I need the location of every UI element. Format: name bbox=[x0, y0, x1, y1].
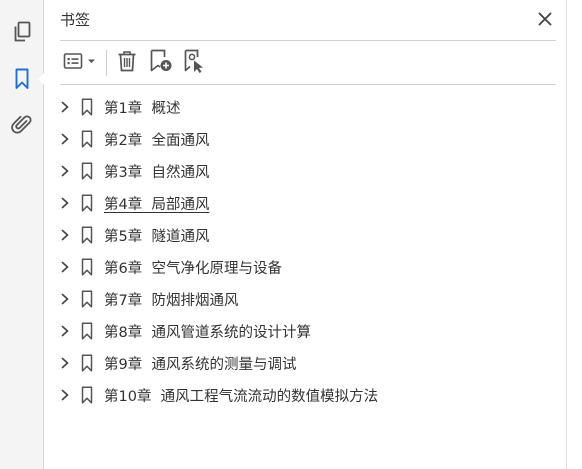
bookmark-item[interactable]: 第6章 空气净化原理与设备 bbox=[60, 251, 562, 283]
bookmark-label: 第10章 通风工程气流流动的数值模拟方法 bbox=[104, 388, 379, 405]
bookmark-label: 第2章 全面通风 bbox=[104, 132, 210, 149]
chevron-right-icon[interactable] bbox=[58, 100, 72, 114]
attachments-button[interactable] bbox=[0, 109, 44, 141]
new-bookmark-icon bbox=[149, 49, 173, 77]
bookmark-item[interactable]: 第5章 隧道通风 bbox=[60, 219, 562, 251]
bookmark-label: 第4章 局部通风 bbox=[104, 196, 210, 213]
bookmark-item[interactable]: 第10章 通风工程气流流动的数值模拟方法 bbox=[60, 379, 562, 411]
bookmark-icon bbox=[14, 68, 30, 90]
bookmark-label: 第8章 通风管道系统的设计计算 bbox=[104, 324, 311, 341]
bookmark-icon bbox=[80, 258, 94, 276]
toolbar-separator bbox=[106, 50, 107, 76]
bookmark-icon bbox=[80, 322, 94, 340]
bookmark-label: 第6章 空气净化原理与设备 bbox=[104, 260, 282, 277]
delete-bookmark-button[interactable] bbox=[115, 49, 139, 77]
options-menu-icon bbox=[63, 52, 97, 74]
bookmark-label: 第9章 通风系统的测量与调试 bbox=[104, 356, 297, 373]
bookmark-icon bbox=[80, 194, 94, 212]
panel-title: 书签 bbox=[60, 11, 91, 29]
bookmarks-app: 书签 第1章 概述 第2章 全面通风 第3章 自然通风 第4章 局部通风 第5章… bbox=[0, 0, 582, 469]
page-thumbnails-button[interactable] bbox=[0, 16, 44, 48]
chevron-right-icon[interactable] bbox=[58, 228, 72, 242]
chevron-right-icon[interactable] bbox=[58, 132, 72, 146]
bookmark-label: 第3章 自然通风 bbox=[104, 164, 210, 181]
close-icon bbox=[538, 11, 552, 30]
navigation-rail bbox=[0, 0, 45, 469]
chevron-right-icon[interactable] bbox=[58, 260, 72, 274]
chevron-right-icon[interactable] bbox=[58, 164, 72, 178]
bookmark-from-selection-icon bbox=[183, 49, 207, 77]
bookmarks-panel: 书签 第1章 概述 第2章 全面通风 第3章 自然通风 第4章 局部通风 第5章… bbox=[44, 0, 582, 469]
bookmark-from-selection-button[interactable] bbox=[181, 49, 209, 77]
bookmark-label: 第7章 防烟排烟通风 bbox=[104, 292, 239, 309]
bookmark-icon bbox=[80, 226, 94, 244]
new-bookmark-button[interactable] bbox=[147, 49, 175, 77]
chevron-right-icon[interactable] bbox=[58, 292, 72, 306]
bookmark-item[interactable]: 第1章 概述 bbox=[60, 91, 562, 123]
close-panel-button[interactable] bbox=[534, 9, 556, 31]
chevron-right-icon[interactable] bbox=[58, 324, 72, 338]
bookmarks-button[interactable] bbox=[0, 63, 45, 95]
chevron-right-icon[interactable] bbox=[58, 388, 72, 402]
bookmark-item[interactable]: 第7章 防烟排烟通风 bbox=[60, 283, 562, 315]
bookmark-label: 第1章 概述 bbox=[104, 100, 181, 117]
bookmark-icon bbox=[80, 98, 94, 116]
bookmark-list: 第1章 概述 第2章 全面通风 第3章 自然通风 第4章 局部通风 第5章 隧道… bbox=[60, 91, 562, 411]
bookmark-item[interactable]: 第8章 通风管道系统的设计计算 bbox=[60, 315, 562, 347]
options-menu-button[interactable] bbox=[60, 49, 100, 77]
panel-header: 书签 bbox=[60, 8, 556, 32]
bookmark-item[interactable]: 第3章 自然通风 bbox=[60, 155, 562, 187]
trash-icon bbox=[117, 50, 137, 76]
bookmark-item-hovered[interactable]: 第4章 局部通风 bbox=[60, 187, 562, 219]
bookmark-item[interactable]: 第9章 通风系统的测量与调试 bbox=[60, 347, 562, 379]
paperclip-icon bbox=[11, 114, 33, 136]
bookmark-icon bbox=[80, 354, 94, 372]
chevron-right-icon[interactable] bbox=[58, 196, 72, 210]
bookmark-icon bbox=[80, 386, 94, 404]
bookmark-icon bbox=[80, 290, 94, 308]
bookmarks-toolbar bbox=[60, 48, 209, 78]
chevron-right-icon[interactable] bbox=[58, 356, 72, 370]
bookmark-icon bbox=[80, 130, 94, 148]
header-divider bbox=[60, 40, 556, 41]
bookmark-icon bbox=[80, 162, 94, 180]
toolbar-divider bbox=[60, 84, 556, 85]
pages-icon bbox=[12, 21, 32, 43]
bookmark-item[interactable]: 第2章 全面通风 bbox=[60, 123, 562, 155]
vertical-scrollbar[interactable] bbox=[566, 0, 582, 469]
bookmark-label: 第5章 隧道通风 bbox=[104, 228, 210, 245]
